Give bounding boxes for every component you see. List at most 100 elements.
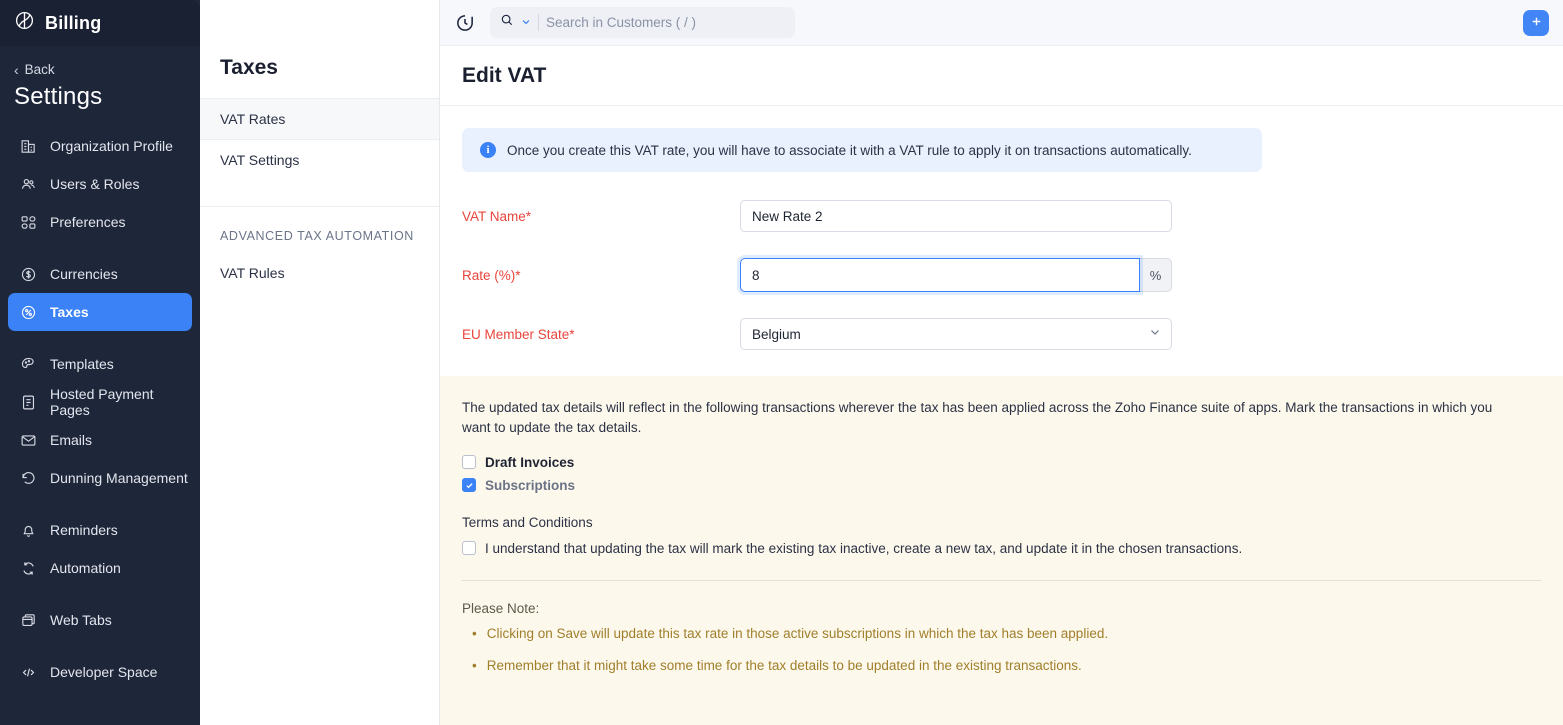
back-button[interactable]: ‹ Back bbox=[0, 46, 200, 77]
rate-input[interactable] bbox=[740, 258, 1140, 292]
subpanel-item-label: VAT Rates bbox=[220, 111, 286, 127]
notice-paragraph: The updated tax details will reflect in … bbox=[462, 400, 1493, 436]
note-text: Remember that it might take some time fo… bbox=[486, 657, 1082, 673]
percent-icon bbox=[18, 302, 38, 322]
sidebar-item-organization-profile[interactable]: Organization Profile bbox=[8, 127, 192, 165]
eu-member-state-select[interactable]: Belgium bbox=[740, 318, 1172, 350]
search-box[interactable] bbox=[490, 7, 795, 38]
sidebar-nav: Organization Profile Users & Roles Prefe… bbox=[0, 127, 200, 691]
users-icon bbox=[18, 174, 38, 194]
sidebar-item-preferences[interactable]: Preferences bbox=[8, 203, 192, 241]
search-input[interactable] bbox=[546, 7, 785, 38]
bell-icon bbox=[18, 520, 38, 540]
sidebar-item-web-tabs[interactable]: Web Tabs bbox=[8, 601, 192, 639]
vat-name-label: VAT Name* bbox=[462, 208, 532, 224]
sidebar-item-hosted-payment-pages[interactable]: Hosted Payment Pages bbox=[8, 383, 192, 421]
sidebar-item-currencies[interactable]: Currencies bbox=[8, 255, 192, 293]
draft-invoices-label: Draft Invoices bbox=[485, 454, 575, 470]
draft-invoices-checkbox[interactable] bbox=[462, 455, 476, 469]
page-header: Edit VAT bbox=[440, 46, 1563, 106]
brand-label: Billing bbox=[45, 12, 102, 33]
checkbox-row-subscriptions[interactable]: Subscriptions bbox=[462, 478, 1541, 493]
content: Edit VAT i Once you create this VAT rate… bbox=[440, 46, 1563, 725]
checkbox-row-terms[interactable]: I understand that updating the tax will … bbox=[462, 541, 1541, 556]
sidebar-item-label: Web Tabs bbox=[50, 612, 112, 628]
sidebar-item-label: Hosted Payment Pages bbox=[50, 386, 154, 418]
form-zone: i Once you create this VAT rate, you wil… bbox=[440, 106, 1563, 376]
sidebar-item-automation[interactable]: Automation bbox=[8, 549, 192, 587]
refresh-back-icon bbox=[18, 468, 38, 488]
webtabs-icon bbox=[18, 610, 38, 630]
checkbox-row-draft-invoices[interactable]: Draft Invoices bbox=[462, 455, 1541, 470]
rate-percent-suffix: % bbox=[1140, 258, 1172, 292]
code-icon bbox=[18, 662, 38, 682]
info-icon: i bbox=[480, 142, 496, 158]
note-text: Clicking on Save will update this tax ra… bbox=[486, 625, 1109, 641]
note-list-item: • Clicking on Save will update this tax … bbox=[462, 626, 1541, 642]
sidebar-item-taxes[interactable]: Taxes bbox=[8, 293, 192, 331]
mail-icon bbox=[18, 430, 38, 450]
sidebar-item-label: Preferences bbox=[50, 214, 126, 230]
building-icon bbox=[18, 136, 38, 156]
subscriptions-checkbox[interactable] bbox=[462, 478, 476, 492]
divider bbox=[462, 579, 1541, 581]
sidebar-item-users-roles[interactable]: Users & Roles bbox=[8, 165, 192, 203]
plus-icon bbox=[1530, 15, 1543, 31]
field-eu-member-state: EU Member State* Belgium bbox=[462, 318, 1541, 350]
subpanel-item-label: VAT Settings bbox=[220, 152, 300, 168]
sidebar-item-developer-space[interactable]: Developer Space bbox=[8, 653, 192, 691]
currency-icon bbox=[18, 264, 38, 284]
chevron-left-icon: ‹ bbox=[14, 61, 19, 78]
terms-label: I understand that updating the tax will … bbox=[485, 540, 1243, 556]
templates-icon bbox=[18, 354, 38, 374]
info-banner: i Once you create this VAT rate, you wil… bbox=[462, 128, 1262, 172]
subpanel-title: Taxes bbox=[220, 56, 278, 79]
primary-sidebar: Billing ‹ Back Settings Organization Pro… bbox=[0, 0, 200, 725]
sidebar-item-reminders[interactable]: Reminders bbox=[8, 511, 192, 549]
note-list-item: • Remember that it might take some time … bbox=[462, 658, 1541, 674]
field-rate: Rate (%)* % bbox=[462, 258, 1541, 292]
sidebar-item-label: Reminders bbox=[50, 522, 118, 538]
preferences-icon bbox=[18, 212, 38, 232]
taxes-subpanel: Taxes VAT Rates VAT Settings ADVANCED TA… bbox=[200, 0, 440, 725]
sidebar-item-label: Templates bbox=[50, 356, 114, 372]
please-note-heading: Please Note: bbox=[462, 600, 540, 616]
sidebar-item-label: Emails bbox=[50, 432, 93, 448]
field-vat-name: VAT Name* bbox=[462, 200, 1541, 232]
sidebar-item-templates[interactable]: Templates bbox=[8, 345, 192, 383]
info-banner-text: Once you create this VAT rate, you will … bbox=[507, 142, 1192, 158]
back-label: Back bbox=[24, 62, 55, 77]
sidebar-item-emails[interactable]: Emails bbox=[8, 421, 192, 459]
subpanel-item-vat-settings[interactable]: VAT Settings bbox=[200, 140, 439, 180]
sidebar-item-label: Dunning Management bbox=[50, 470, 188, 486]
eu-member-state-value: Belgium bbox=[752, 326, 801, 342]
add-new-button[interactable] bbox=[1523, 9, 1549, 36]
subpanel-item-vat-rates[interactable]: VAT Rates bbox=[200, 99, 439, 139]
page-icon bbox=[18, 392, 38, 412]
rate-control: % bbox=[740, 258, 1172, 292]
tax-update-notice-zone: The updated tax details will reflect in … bbox=[440, 376, 1563, 725]
eu-member-state-control: Belgium bbox=[740, 318, 1172, 350]
subpanel-item-label: VAT Rules bbox=[220, 265, 285, 281]
page-title: Edit VAT bbox=[462, 63, 547, 87]
sidebar-item-dunning-management[interactable]: Dunning Management bbox=[8, 459, 192, 497]
history-icon[interactable] bbox=[454, 12, 476, 34]
chevron-down-icon[interactable] bbox=[521, 14, 531, 32]
subscriptions-label: Subscriptions bbox=[485, 477, 576, 493]
sidebar-item-label: Taxes bbox=[50, 304, 89, 320]
brand[interactable]: Billing bbox=[0, 0, 200, 46]
subpanel-item-vat-rules[interactable]: VAT Rules bbox=[200, 253, 439, 293]
terms-checkbox[interactable] bbox=[462, 541, 476, 555]
sidebar-item-label: Currencies bbox=[50, 266, 118, 282]
page-title-settings: Settings bbox=[14, 83, 103, 110]
sidebar-item-label: Users & Roles bbox=[50, 176, 140, 192]
billing-logo-icon bbox=[14, 10, 35, 36]
automation-icon bbox=[18, 558, 38, 578]
bullet-icon: • bbox=[472, 625, 477, 641]
vat-name-input[interactable] bbox=[740, 200, 1172, 232]
